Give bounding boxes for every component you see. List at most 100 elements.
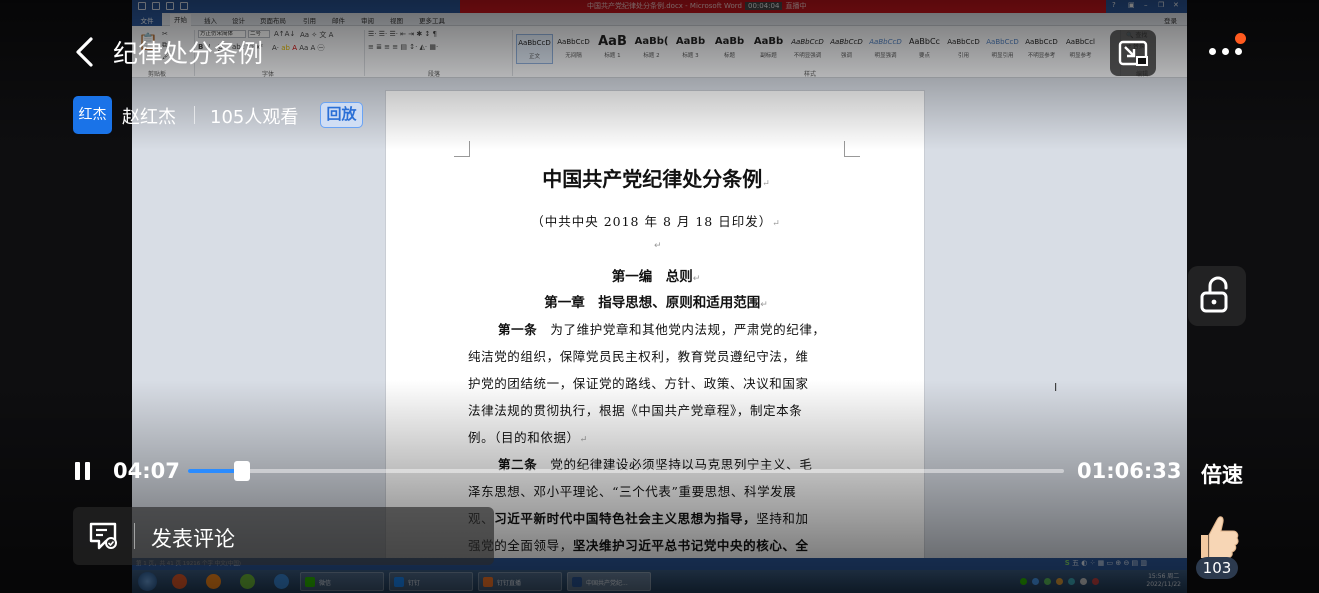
back-button[interactable] — [68, 34, 104, 70]
live-replay-player: 中国共产党纪律处分条例.docx - Microsoft Word 00:04:0… — [0, 0, 1319, 593]
document-workspace[interactable]: 中国共产党纪律处分条例↵ （中共中央 2018 年 8 月 18 日印发）↵ ↵… — [132, 78, 1187, 560]
margin-mark — [844, 141, 860, 157]
close-icon[interactable]: ✕ — [1173, 1, 1179, 9]
tab-layout[interactable]: 页面布局 — [260, 15, 286, 25]
style-name: 标题 2 — [643, 53, 660, 59]
tab-review[interactable]: 审阅 — [361, 15, 374, 25]
exit-fullscreen-button[interactable] — [1110, 30, 1156, 76]
page-title: 纪律处分条例 — [113, 39, 264, 68]
redo-icon[interactable] — [180, 2, 188, 10]
style-item[interactable]: AaBbCcD 明显强调 — [867, 34, 904, 64]
app-icon[interactable] — [172, 574, 187, 589]
tab-mailings[interactable]: 邮件 — [332, 15, 345, 25]
font-grow-icon[interactable]: A↑A↓ — [274, 30, 295, 38]
tab-home[interactable]: 开始 — [170, 14, 191, 26]
tab-more-tools[interactable]: 更多工具 — [419, 15, 445, 25]
style-item[interactable]: AaBbCcD 不明显参考 — [1023, 34, 1060, 64]
taskbar-task-wechat[interactable]: 微信 — [300, 572, 384, 591]
tray-icon[interactable] — [1044, 578, 1051, 585]
tab-design[interactable]: 设计 — [232, 15, 245, 25]
style-item[interactable]: AaBb 标题 — [711, 34, 748, 64]
margin-mark — [454, 141, 470, 157]
app-icon[interactable] — [274, 574, 289, 589]
comment-input[interactable]: 发表评论 — [73, 507, 494, 565]
tab-file[interactable]: 文件 — [132, 13, 162, 26]
style-item[interactable]: AaBbCcD 明显引用 — [984, 34, 1021, 64]
document-title: 中国共产党纪律处分条例↵ — [542, 167, 770, 191]
style-name: 正文 — [528, 54, 540, 60]
view-mode-icons[interactable]: S 五 ◐ ⁘ ▦ ▭ ⊕ ⊖ ▤ ▥ — [1065, 558, 1147, 568]
host-avatar[interactable]: 红杰 — [73, 96, 112, 134]
style-name: 明显参考 — [1069, 53, 1092, 59]
start-button[interactable] — [138, 572, 157, 591]
help-icon[interactable]: ? — [1112, 1, 1116, 9]
style-name: 引用 — [957, 53, 969, 59]
dingtalk-icon — [394, 577, 404, 587]
replay-badge[interactable]: 回放 — [320, 102, 363, 128]
style-sample: AaBbCcD — [869, 38, 902, 46]
taskbar-task-dingtalk-live[interactable]: 钉钉直播 — [478, 572, 562, 591]
restore-icon[interactable]: ❐ — [1158, 1, 1164, 9]
firefox-icon[interactable] — [206, 574, 221, 589]
app-icon[interactable] — [240, 574, 255, 589]
list-icons[interactable]: ☰· ☰· ☰· ⇤ ⇥ ✱ ↕ ¶ — [368, 30, 437, 38]
align-icons[interactable]: ≡ ≣ ≡ ≡ ▤ ↕· ◭· ▦· — [368, 43, 438, 51]
screen-lock-button[interactable] — [1188, 266, 1246, 326]
group-paragraph-label: 段落 — [428, 71, 441, 78]
style-sample: AaBbCcD — [986, 38, 1019, 46]
style-item[interactable]: AaBbCcD 引用 — [945, 34, 982, 64]
article-1-line-1: 第一条 为了维护党章和其他党内法规，严肃党的纪律， — [498, 322, 826, 337]
undo-icon[interactable] — [166, 2, 174, 10]
live-label: 直播中 — [785, 2, 807, 10]
paragraph-mark: ↵ — [654, 241, 662, 251]
style-sample: AaBbCcD — [791, 38, 824, 46]
tab-references[interactable]: 引用 — [303, 15, 316, 25]
chapter-heading: 第一章 指导思想、原则和适用范围↵ — [544, 295, 768, 311]
ribbon-options-icon[interactable]: ▣ — [1128, 1, 1135, 9]
taskbar-task-dingtalk[interactable]: 钉钉 — [389, 572, 473, 591]
progress-slider[interactable] — [188, 461, 1064, 481]
shared-screen[interactable]: 中国共产党纪律处分条例.docx - Microsoft Word 00:04:0… — [132, 0, 1187, 593]
host-name[interactable]: 赵红杰 — [122, 103, 176, 129]
pause-button[interactable] — [70, 458, 96, 484]
style-sample: AaBbCcD — [947, 38, 980, 46]
tray-icon[interactable] — [1092, 578, 1099, 585]
article-2-line-2: 泽东思想、邓小平理论、“三个代表”重要思想、科学发展 — [468, 484, 797, 499]
progress-thumb[interactable] — [234, 461, 251, 481]
document-page[interactable]: 中国共产党纪律处分条例↵ （中共中央 2018 年 8 月 18 日印发）↵ ↵… — [385, 90, 925, 560]
style-item[interactable]: AaBbCcl 明显参考 — [1062, 34, 1099, 64]
notification-dot — [1235, 33, 1246, 44]
playback-speed-button[interactable]: 倍速 — [1201, 459, 1243, 489]
thumbs-up-icon — [1201, 516, 1239, 559]
save-icon[interactable] — [152, 2, 160, 10]
style-item[interactable]: AaBb 标题 3 — [672, 34, 709, 64]
clear-format-icon[interactable]: Aa ✧ 文 A — [300, 30, 333, 40]
taskbar-task-word[interactable]: 中国共产党纪... — [567, 572, 651, 591]
style-item[interactable]: AaBb 副标题 — [750, 34, 787, 64]
style-item[interactable]: AaBbCcD 正文 — [516, 34, 553, 64]
ribbon-tabs: 文件 开始 插入 设计 页面布局 引用 邮件 审阅 视图 更多工具 登录 — [132, 13, 1187, 26]
style-item[interactable]: AaB 标题 1 — [594, 34, 631, 64]
article-1-line-2: 纯洁党的组织，保障党员民主权利，教育党员遵纪守法，维 — [468, 349, 809, 364]
style-item[interactable]: AaBbCcD 无间隔 — [555, 34, 592, 64]
minimize-icon[interactable]: – — [1144, 1, 1148, 9]
style-item[interactable]: AaBbCcD 强调 — [828, 34, 865, 64]
tray-icon[interactable] — [1056, 578, 1063, 585]
taskbar-clock[interactable]: 15:56 周二 2022/11/22 — [1146, 573, 1181, 589]
tray-icon[interactable] — [1068, 578, 1075, 585]
tab-insert[interactable]: 插入 — [204, 15, 217, 25]
style-sample: AaBbCcD — [1025, 38, 1058, 46]
tray-icon[interactable] — [1020, 578, 1027, 585]
style-item[interactable]: AaBb(标题 2 — [633, 34, 670, 64]
document-subtitle: （中共中央 2018 年 8 月 18 日印发）↵ — [531, 214, 781, 229]
highlight-color-icon[interactable]: A· ab A Aa A ㊀ — [272, 43, 325, 53]
style-item[interactable]: AaBbCc 要点 — [906, 34, 943, 64]
text-cursor-icon: I — [1054, 381, 1058, 394]
host-divider — [194, 106, 195, 124]
tab-view[interactable]: 视图 — [390, 15, 403, 25]
style-item[interactable]: AaBbCcD 不明显强调 — [789, 34, 826, 64]
tray-icon[interactable] — [1032, 578, 1039, 585]
tray-icon[interactable] — [1080, 578, 1087, 585]
login-link[interactable]: 登录 — [1164, 15, 1177, 25]
style-name: 明显引用 — [991, 53, 1014, 59]
